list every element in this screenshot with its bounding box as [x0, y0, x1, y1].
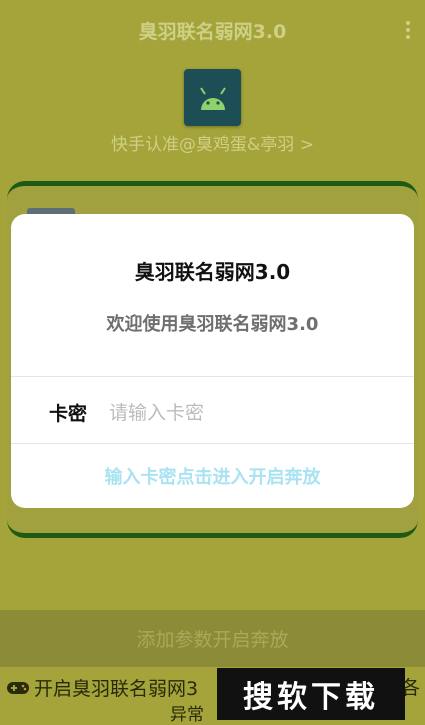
activation-dialog: 臭羽联名弱网3.0 欢迎使用臭羽联名弱网3.0 卡密 输入卡密点击进入开启奔放	[11, 214, 414, 508]
card-key-input[interactable]	[107, 394, 391, 432]
dialog-message: 欢迎使用臭羽联名弱网3.0	[106, 314, 319, 335]
divider	[11, 376, 414, 377]
enter-button[interactable]: 输入卡密点击进入开启奔放	[11, 444, 414, 508]
dialog-title: 臭羽联名弱网3.0	[134, 260, 291, 284]
card-key-label: 卡密	[49, 403, 88, 425]
